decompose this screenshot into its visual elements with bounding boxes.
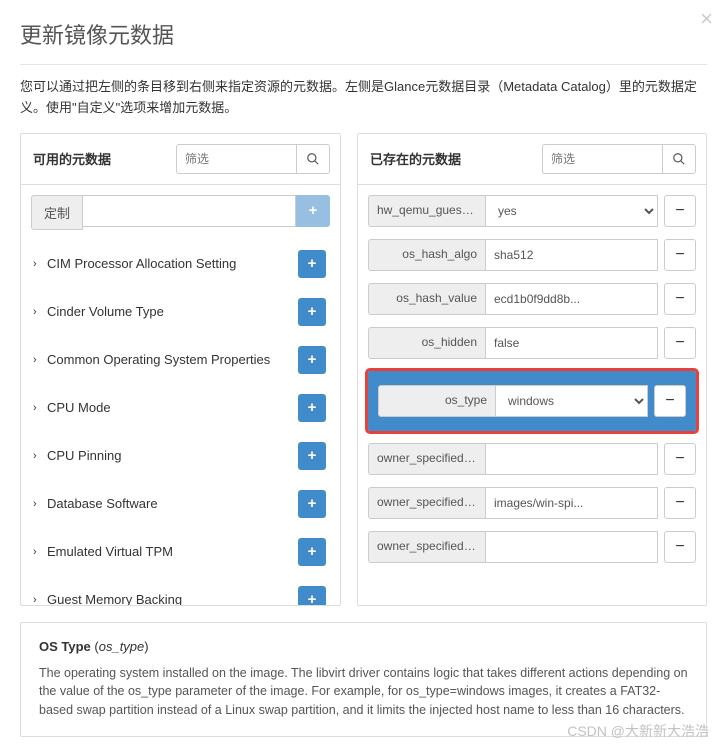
remove-button[interactable]: − bbox=[664, 487, 696, 519]
available-search-button[interactable] bbox=[296, 144, 330, 174]
add-button[interactable]: + bbox=[298, 586, 326, 605]
available-title: 可用的元数据 bbox=[33, 149, 111, 168]
chevron-right-icon: › bbox=[33, 498, 41, 510]
available-item[interactable]: › CIM Processor Allocation Setting + bbox=[31, 240, 330, 288]
available-item[interactable]: › Common Operating System Properties + bbox=[31, 336, 330, 384]
detail-title: OS Type (os_type) bbox=[39, 639, 688, 654]
chevron-right-icon: › bbox=[33, 402, 41, 414]
search-icon bbox=[672, 152, 686, 166]
existing-item-key: os_hash_algo bbox=[368, 239, 486, 271]
existing-item: hw_qemu_guest_ag...yes− bbox=[368, 195, 696, 227]
divider bbox=[20, 64, 707, 65]
detail-title-prefix: OS Type bbox=[39, 639, 91, 654]
search-icon bbox=[306, 152, 320, 166]
add-button[interactable]: + bbox=[298, 538, 326, 566]
existing-list: hw_qemu_guest_ag...yes−os_hash_algo−os_h… bbox=[368, 195, 696, 563]
available-item[interactable]: › Emulated Virtual TPM + bbox=[31, 528, 330, 576]
existing-item-select[interactable]: windows bbox=[496, 385, 648, 417]
existing-item: owner_specified.op... − bbox=[368, 487, 696, 519]
detail-body: The operating system installed on the im… bbox=[39, 664, 688, 720]
existing-item-value[interactable] bbox=[486, 531, 658, 563]
add-button[interactable]: + bbox=[298, 394, 326, 422]
modal-description: 您可以通过把左侧的条目移到右侧来指定资源的元数据。左侧是Glance元数据目录（… bbox=[20, 77, 707, 119]
existing-panel: 已存在的元数据 hw_qemu_guest_ag...yes−os_hash_a… bbox=[357, 133, 707, 606]
existing-item-select[interactable]: yes bbox=[486, 195, 658, 227]
existing-item-value[interactable] bbox=[486, 239, 658, 271]
existing-title: 已存在的元数据 bbox=[370, 149, 461, 168]
available-item[interactable]: › Cinder Volume Type + bbox=[31, 288, 330, 336]
chevron-right-icon: › bbox=[33, 258, 41, 270]
available-panel: 可用的元数据 定制 + › CIM Processor Allocation Se… bbox=[20, 133, 341, 606]
existing-item-value[interactable] bbox=[486, 487, 658, 519]
available-item-label: CPU Mode bbox=[47, 400, 111, 415]
available-filter-input[interactable] bbox=[176, 144, 296, 174]
available-item-label: CPU Pinning bbox=[47, 448, 121, 463]
existing-item-key: owner_specified.op... bbox=[368, 487, 486, 519]
detail-panel: OS Type (os_type) The operating system i… bbox=[20, 622, 707, 737]
existing-item-value[interactable] bbox=[486, 283, 658, 315]
remove-button[interactable]: − bbox=[664, 327, 696, 359]
existing-item-key: owner_specified.op... bbox=[368, 531, 486, 563]
available-item-label: Database Software bbox=[47, 496, 158, 511]
remove-button[interactable]: − bbox=[664, 531, 696, 563]
close-icon[interactable]: × bbox=[700, 8, 713, 30]
chevron-right-icon: › bbox=[33, 354, 41, 366]
existing-item-value[interactable] bbox=[486, 443, 658, 475]
chevron-right-icon: › bbox=[33, 546, 41, 558]
add-button[interactable]: + bbox=[298, 490, 326, 518]
available-item[interactable]: › CPU Pinning + bbox=[31, 432, 330, 480]
available-item-label: Common Operating System Properties bbox=[47, 352, 270, 367]
custom-add-button[interactable]: + bbox=[296, 195, 330, 227]
existing-item-key: os_type bbox=[378, 385, 496, 417]
existing-item: os_hidden − bbox=[368, 327, 696, 359]
add-button[interactable]: + bbox=[298, 442, 326, 470]
remove-button[interactable]: − bbox=[664, 195, 696, 227]
existing-search-button[interactable] bbox=[662, 144, 696, 174]
watermark: CSDN @大新新大浩浩 bbox=[567, 721, 709, 741]
custom-label: 定制 bbox=[31, 195, 83, 230]
existing-filter-input[interactable] bbox=[542, 144, 662, 174]
modal-title: 更新镜像元数据 bbox=[20, 18, 707, 50]
available-item[interactable]: › Database Software + bbox=[31, 480, 330, 528]
available-list: › CIM Processor Allocation Setting + › Cinde… bbox=[31, 240, 330, 605]
existing-item-key: owner_specified.op... bbox=[368, 443, 486, 475]
custom-input[interactable] bbox=[83, 195, 296, 227]
remove-button[interactable]: − bbox=[664, 283, 696, 315]
available-item[interactable]: › Guest Memory Backing + bbox=[31, 576, 330, 605]
existing-item-value[interactable] bbox=[486, 327, 658, 359]
add-button[interactable]: + bbox=[298, 250, 326, 278]
available-item-label: Emulated Virtual TPM bbox=[47, 544, 173, 559]
chevron-right-icon: › bbox=[33, 450, 41, 462]
add-button[interactable]: + bbox=[298, 346, 326, 374]
existing-item: os_hash_value − bbox=[368, 283, 696, 315]
existing-item-key: hw_qemu_guest_ag... bbox=[368, 195, 486, 227]
chevron-right-icon: › bbox=[33, 594, 41, 605]
existing-item: owner_specified.op... − bbox=[368, 531, 696, 563]
chevron-right-icon: › bbox=[33, 306, 41, 318]
remove-button[interactable]: − bbox=[654, 385, 686, 417]
existing-item: os_typewindows− bbox=[368, 371, 696, 431]
available-item-label: Cinder Volume Type bbox=[47, 304, 164, 319]
available-item-label: CIM Processor Allocation Setting bbox=[47, 256, 236, 271]
existing-item: os_hash_algo − bbox=[368, 239, 696, 271]
detail-title-key: os_type bbox=[99, 639, 145, 654]
available-item[interactable]: › CPU Mode + bbox=[31, 384, 330, 432]
existing-item-key: os_hash_value bbox=[368, 283, 486, 315]
available-item-label: Guest Memory Backing bbox=[47, 592, 182, 605]
existing-item-key: os_hidden bbox=[368, 327, 486, 359]
add-button[interactable]: + bbox=[298, 298, 326, 326]
remove-button[interactable]: − bbox=[664, 239, 696, 271]
existing-item: owner_specified.op... − bbox=[368, 443, 696, 475]
remove-button[interactable]: − bbox=[664, 443, 696, 475]
